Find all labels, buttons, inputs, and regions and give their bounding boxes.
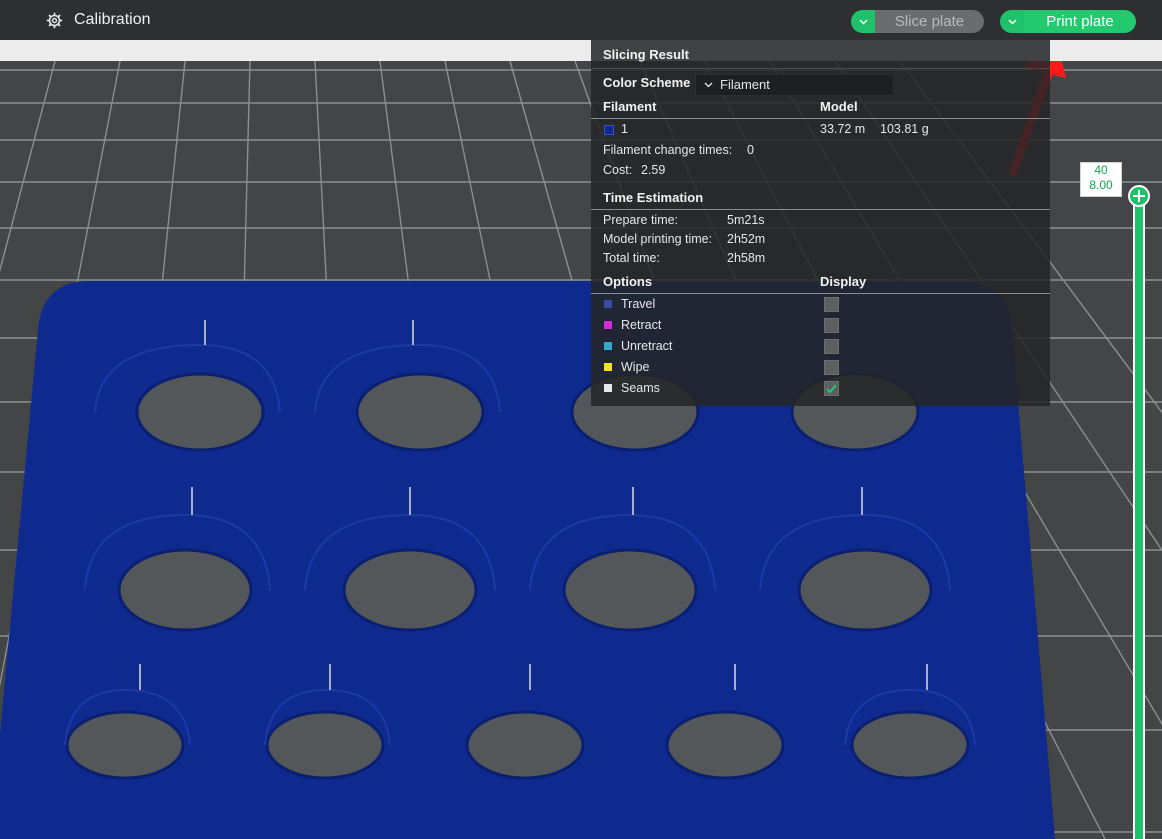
chevron-down-icon [858,18,868,25]
color-scheme-select[interactable]: Filament [695,74,894,96]
print-plate-button[interactable]: Print plate [1024,10,1136,33]
options-header: Options [603,274,653,289]
filament-header: Filament [603,99,657,114]
wipe-display-checkbox[interactable] [824,360,839,375]
total-time-value: 2h58m [727,251,766,265]
layer-slider-track[interactable] [1130,196,1148,839]
travel-display-checkbox[interactable] [824,297,839,312]
print-plate-dropdown-button[interactable] [1000,10,1024,33]
display-header: Display [820,274,867,289]
layer-number: 40 [1094,163,1108,177]
total-time-label: Total time: [603,251,660,265]
checkmark-icon [826,384,837,394]
prepare-time-value: 5m21s [727,213,765,227]
slicing-result-panel: Slicing Result Color Scheme Filament Fil… [591,40,1050,406]
model-printing-time-label: Model printing time: [603,232,713,246]
divider [591,68,1050,69]
panel-title: Slicing Result [603,47,689,62]
cost-value: 2.59 [641,163,666,177]
option-retract-label: Retract [621,318,662,332]
time-estimation-header: Time Estimation [603,190,704,205]
seams-color-swatch [604,384,612,392]
retract-display-checkbox[interactable] [824,318,839,333]
chevron-down-icon [1007,18,1017,25]
calibration-tab-label[interactable]: Calibration [74,11,150,29]
filament-color-swatch [604,125,614,135]
layer-height: 8.00 [1089,178,1113,192]
filament-change-label: Filament change times: [603,143,733,157]
layer-slider-handle-icon[interactable] [1127,184,1151,208]
travel-color-swatch [604,300,612,308]
option-wipe-label: Wipe [621,360,650,374]
top-toolbar: Calibration Slice plate Print plate [0,0,1162,41]
retract-color-swatch [604,321,612,329]
color-scheme-value: Filament [720,77,770,92]
wipe-color-swatch [604,363,612,371]
model-printing-time-value: 2h52m [727,232,766,246]
filament-length: 33.72 m [820,122,866,136]
unretract-color-swatch [604,342,612,350]
filament-id: 1 [621,122,628,136]
divider [591,118,1050,119]
divider [591,209,1050,210]
color-scheme-label: Color Scheme [603,75,691,90]
gear-icon[interactable] [46,12,63,29]
seams-display-checkbox[interactable] [824,381,839,396]
option-seams-label: Seams [621,381,660,395]
model-header: Model [820,99,858,114]
layer-indicator: 40 8.00 [1080,162,1122,197]
filament-weight: 103.81 g [880,122,929,136]
prepare-time-label: Prepare time: [603,213,679,227]
cost-label: Cost: [603,163,633,177]
chevron-down-icon [704,82,713,88]
filament-change-value: 0 [747,143,754,157]
option-unretract-label: Unretract [621,339,673,353]
divider [591,293,1050,294]
slice-plate-button[interactable]: Slice plate [875,10,984,33]
slice-plate-dropdown-button[interactable] [851,10,875,33]
unretract-display-checkbox[interactable] [824,339,839,354]
option-travel-label: Travel [621,297,656,311]
